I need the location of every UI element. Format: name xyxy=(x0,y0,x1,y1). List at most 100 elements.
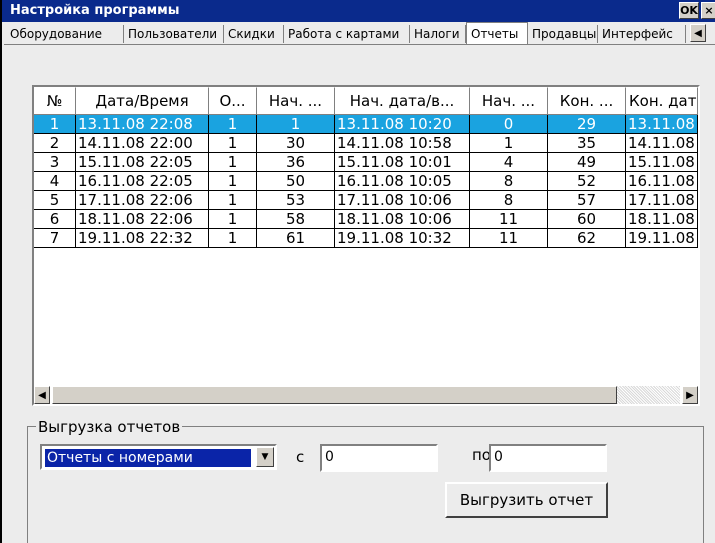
column-header[interactable]: Нач. дата/в... xyxy=(335,87,470,115)
reports-table[interactable]: № Дата/Время О... Нач. ... Нач. дата/в..… xyxy=(32,85,700,406)
table-cell[interactable]: 1 xyxy=(470,134,548,153)
report-type-select[interactable]: Отчеты с номерами ▼ xyxy=(40,444,277,470)
tab-taxes[interactable]: Налоги xyxy=(410,25,466,43)
table-cell[interactable]: 1 xyxy=(209,191,257,210)
title-bar: Настройка программы OK × xyxy=(2,0,715,22)
table-cell[interactable]: 1 xyxy=(209,153,257,172)
table-row[interactable]: 3 15.11.08 22:05 1 36 15.11.08 10:01 4 49 15.11… xyxy=(34,153,698,172)
table-cell[interactable]: 52 xyxy=(548,172,626,191)
table-cell[interactable]: 15.11.08 22:05 xyxy=(76,153,209,172)
table-row[interactable]: 7 19.11.08 22:32 1 61 19.11.08 10:32 11 62 19.1… xyxy=(34,229,698,248)
table-cell[interactable]: 1 xyxy=(34,115,76,134)
scroll-right-icon[interactable]: ▶ xyxy=(682,386,698,404)
column-header[interactable]: Кон. дата xyxy=(626,87,698,115)
tab-reports[interactable]: Отчеты xyxy=(466,22,528,44)
table-cell[interactable]: 17.11.08 22:06 xyxy=(76,191,209,210)
table-cell[interactable]: 7 xyxy=(34,229,76,248)
table-cell[interactable]: 19.11.08 10:32 xyxy=(335,229,470,248)
scroll-track[interactable] xyxy=(617,386,680,404)
tab-sellers[interactable]: Продавцы xyxy=(528,25,598,43)
table-row[interactable]: 1 13.11.08 22:08 1 1 13.11.08 10:20 0 29 13.11.… xyxy=(34,115,698,134)
table-cell[interactable]: 15.11.08 xyxy=(626,153,698,172)
table-cell[interactable]: 35 xyxy=(548,134,626,153)
table-cell[interactable]: 61 xyxy=(257,229,335,248)
table-cell[interactable]: 8 xyxy=(470,172,548,191)
table-cell[interactable]: 62 xyxy=(548,229,626,248)
table-cell[interactable]: 4 xyxy=(34,172,76,191)
table-cell[interactable]: 50 xyxy=(257,172,335,191)
table-cell[interactable]: 13.11.08 xyxy=(626,115,698,134)
table-row[interactable]: 2 14.11.08 22:00 1 30 14.11.08 10:58 1 35 14.11… xyxy=(34,134,698,153)
table-cell[interactable]: 2 xyxy=(34,134,76,153)
table-cell[interactable]: 4 xyxy=(470,153,548,172)
table-cell[interactable]: 49 xyxy=(548,153,626,172)
scroll-thumb[interactable] xyxy=(52,386,617,404)
table-cell[interactable]: 16.11.08 22:05 xyxy=(76,172,209,191)
ok-button[interactable]: OK xyxy=(679,2,699,19)
table-cell[interactable]: 1 xyxy=(257,115,335,134)
tab-bar: Оборудование Пользователи Скидки Работа … xyxy=(6,22,715,44)
table-cell[interactable]: 11 xyxy=(470,229,548,248)
table-cell[interactable]: 13.11.08 10:20 xyxy=(335,115,470,134)
table-cell[interactable]: 36 xyxy=(257,153,335,172)
table-cell[interactable]: 0 xyxy=(470,115,548,134)
column-header[interactable]: Нач. ... xyxy=(257,87,335,115)
from-field[interactable]: 0 xyxy=(320,444,438,472)
table-row[interactable]: 4 16.11.08 22:05 1 50 16.11.08 10:05 8 52 16.11… xyxy=(34,172,698,191)
table-cell[interactable]: 60 xyxy=(548,210,626,229)
table-cell[interactable]: 15.11.08 10:01 xyxy=(335,153,470,172)
column-header[interactable]: № xyxy=(34,87,76,115)
arrow-left-icon[interactable]: ◀ xyxy=(690,24,706,42)
horizontal-scrollbar[interactable]: ◀ ▶ xyxy=(34,386,698,404)
table-row[interactable]: 5 17.11.08 22:06 1 53 17.11.08 10:06 8 57 17.11… xyxy=(34,191,698,210)
table-cell[interactable]: 58 xyxy=(257,210,335,229)
table-cell[interactable]: 18.11.08 10:06 xyxy=(335,210,470,229)
tab-interface[interactable]: Интерфейс xyxy=(598,25,686,43)
to-field[interactable]: 0 xyxy=(489,444,607,472)
table-cell[interactable]: 18.11.08 22:06 xyxy=(76,210,209,229)
table-cell[interactable]: 14.11.08 xyxy=(626,134,698,153)
tab-equipment[interactable]: Оборудование xyxy=(6,25,124,43)
export-group-label: Выгрузка отчетов xyxy=(36,418,183,436)
table-cell[interactable]: 5 xyxy=(34,191,76,210)
column-header[interactable]: Нач. ... xyxy=(470,87,548,115)
table-cell[interactable]: 53 xyxy=(257,191,335,210)
table-cell[interactable]: 16.11.08 10:05 xyxy=(335,172,470,191)
table-cell[interactable]: 11 xyxy=(470,210,548,229)
from-label: с xyxy=(296,448,305,466)
export-report-button[interactable]: Выгрузить отчет xyxy=(445,482,608,518)
report-type-value[interactable]: Отчеты с номерами xyxy=(45,449,251,467)
table-cell[interactable]: 8 xyxy=(470,191,548,210)
column-header[interactable]: Дата/Время xyxy=(76,87,209,115)
table-cell[interactable]: 1 xyxy=(209,115,257,134)
tab-users[interactable]: Пользователи xyxy=(124,25,224,43)
table-cell[interactable]: 14.11.08 10:58 xyxy=(335,134,470,153)
column-header[interactable]: Кон. ... xyxy=(548,87,626,115)
table-cell[interactable]: 1 xyxy=(209,172,257,191)
table-cell[interactable]: 6 xyxy=(34,210,76,229)
close-button[interactable]: × xyxy=(701,2,715,19)
scroll-left-icon[interactable]: ◀ xyxy=(34,386,50,404)
table-cell[interactable]: 16.11.08 xyxy=(626,172,698,191)
table-cell[interactable]: 19.11.08 xyxy=(626,229,698,248)
table-cell[interactable]: 1 xyxy=(209,210,257,229)
table-cell[interactable]: 18.11.08 xyxy=(626,210,698,229)
table-cell[interactable]: 13.11.08 22:08 xyxy=(76,115,209,134)
table-cell[interactable]: 14.11.08 22:00 xyxy=(76,134,209,153)
table-cell[interactable]: 29 xyxy=(548,115,626,134)
table-cell[interactable]: 17.11.08 10:06 xyxy=(335,191,470,210)
table-cell[interactable]: 30 xyxy=(257,134,335,153)
column-header[interactable]: О... xyxy=(209,87,257,115)
cursor-marker xyxy=(360,287,374,301)
table-cell[interactable]: 57 xyxy=(548,191,626,210)
tab-cards[interactable]: Работа с картами xyxy=(284,25,410,43)
table-cell[interactable]: 19.11.08 22:32 xyxy=(76,229,209,248)
tab-discounts[interactable]: Скидки xyxy=(224,25,284,43)
chevron-down-icon[interactable]: ▼ xyxy=(256,447,274,467)
table-cell[interactable]: 3 xyxy=(34,153,76,172)
table-cell[interactable]: 17.11.08 xyxy=(626,191,698,210)
table-cell[interactable]: 1 xyxy=(209,134,257,153)
table-cell[interactable]: 1 xyxy=(209,229,257,248)
table-row[interactable]: 6 18.11.08 22:06 1 58 18.11.08 10:06 11 60 18.1… xyxy=(34,210,698,229)
settings-window: Настройка программы OK × Оборудование По… xyxy=(0,0,715,543)
